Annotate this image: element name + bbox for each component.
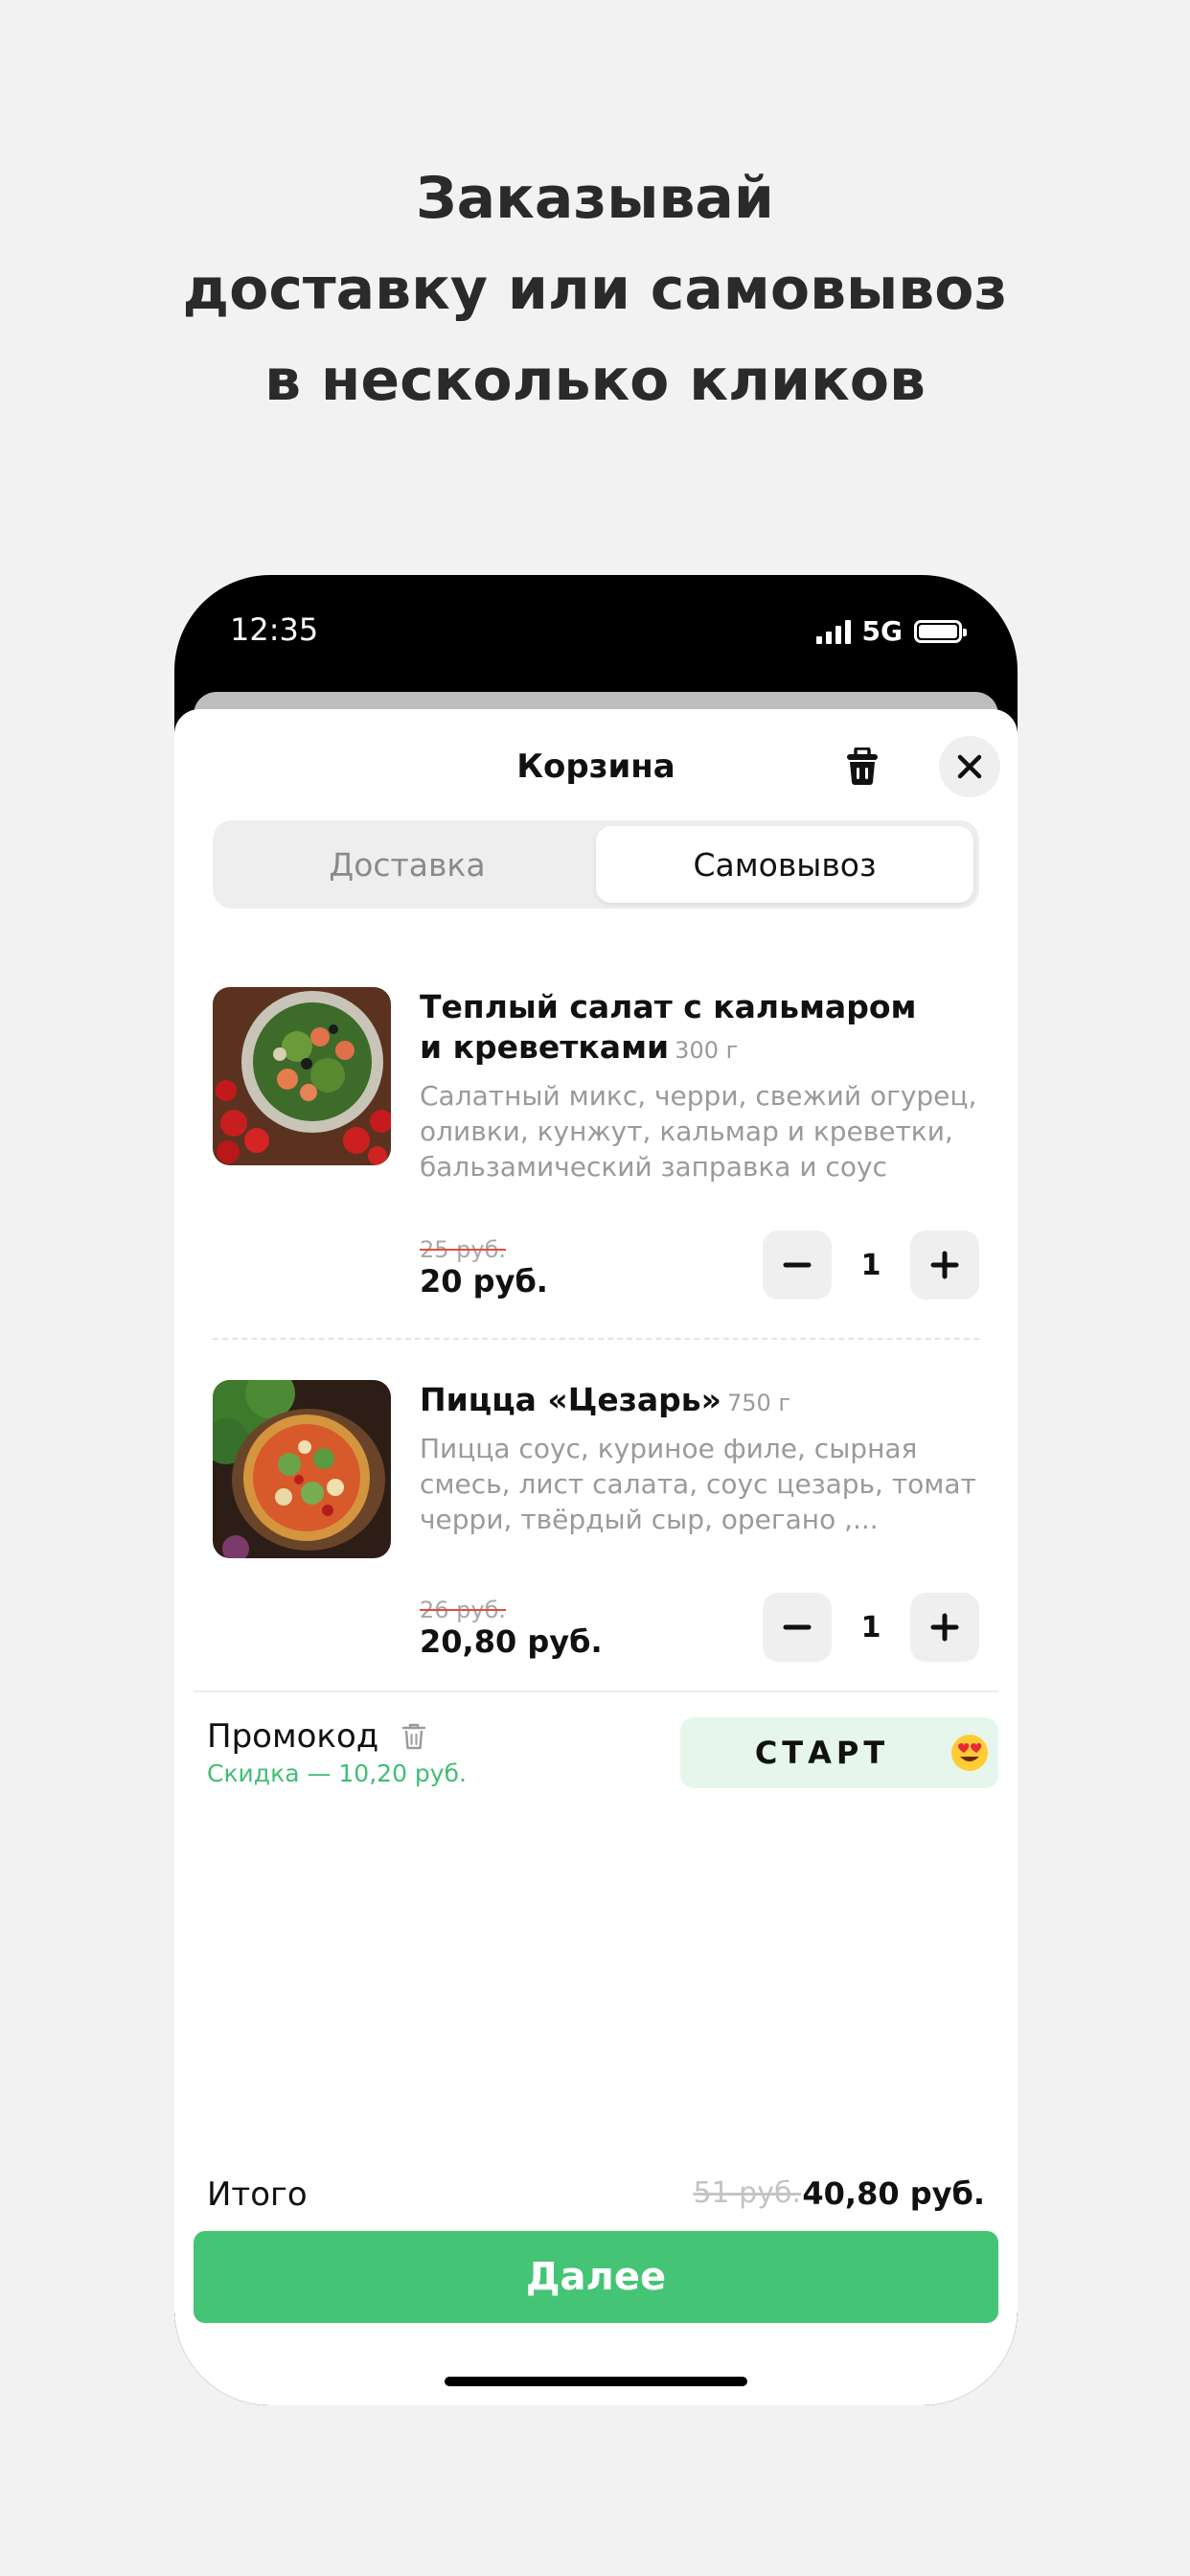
quantity-value: 1 <box>860 1248 881 1282</box>
promo-label: Промокод <box>207 1717 426 1756</box>
close-icon <box>957 754 982 779</box>
total-price: 40,80 руб. <box>802 2175 985 2212</box>
pizza-image <box>213 1380 391 1558</box>
item-old-price: 25 руб. <box>420 1236 507 1263</box>
headline-line-3: в несколько кликов <box>264 347 926 414</box>
item-name-line-1: Теплый салат с кальмаром <box>420 988 917 1025</box>
delivery-tabs: Доставка Самовывоз <box>213 820 979 908</box>
promo-divider <box>194 1690 998 1692</box>
decrease-quantity-button[interactable] <box>763 1230 832 1300</box>
tab-pickup[interactable]: Самовывоз <box>596 826 973 903</box>
next-button[interactable]: Далее <box>194 2231 998 2323</box>
status-time: 12:35 <box>230 611 319 648</box>
item-name-line-1: Пицца «Цезарь» <box>420 1381 721 1418</box>
salad-image <box>213 987 391 1165</box>
promo-code-field[interactable]: СТАРТ <box>680 1717 998 1788</box>
item-description: Пицца соус, куриное филе, сырная смесь, … <box>420 1433 976 1535</box>
phone-frame: 12:35 5G Корзина Доставка Самовывоз Тепл… <box>174 575 1018 2405</box>
quantity-value: 1 <box>860 1610 881 1644</box>
battery-icon <box>914 619 967 643</box>
total-old-price: 51 руб. <box>693 2176 801 2210</box>
item-divider <box>213 1338 979 1340</box>
tab-delivery[interactable]: Доставка <box>218 826 596 903</box>
cart-item: Теплый салат с кальмаром и креветками 300… <box>213 987 979 1313</box>
item-old-price: 26 руб. <box>420 1597 507 1623</box>
item-description: Салатный микс, черри, свежий огурец, оли… <box>420 1080 977 1183</box>
cart-title: Корзина <box>516 748 675 786</box>
home-indicator <box>445 2377 747 2386</box>
status-bar: 12:35 5G <box>174 575 1018 690</box>
network-label: 5G <box>861 615 903 647</box>
quantity-stepper: 1 <box>763 1230 979 1300</box>
headline: Заказывай доставку или самовывоз в неско… <box>0 153 1190 426</box>
item-price: 20,80 руб. <box>420 1623 603 1660</box>
item-price: 20 руб. <box>420 1263 548 1300</box>
plus-icon <box>930 1251 959 1279</box>
item-weight: 300 г <box>675 1037 739 1064</box>
minus-icon <box>783 1262 812 1268</box>
trash-icon <box>847 748 878 785</box>
promo-label-text: Промокод <box>207 1717 379 1756</box>
decrease-quantity-button[interactable] <box>763 1593 832 1662</box>
cart-sheet: Корзина Доставка Самовывоз Теплый салат … <box>174 709 1018 2405</box>
item-body: Пицца «Цезарь» 750 г Пицца соус, куриное … <box>420 1380 979 1537</box>
signal-icon <box>815 619 851 644</box>
item-name: Теплый салат с кальмаром и креветками 300… <box>420 987 979 1070</box>
status-icons: 5G <box>815 615 967 647</box>
minus-icon <box>783 1624 812 1630</box>
promo-discount: Скидка — 10,20 руб. <box>207 1760 467 1787</box>
total-label: Итого <box>207 2175 308 2214</box>
plus-icon <box>930 1613 959 1642</box>
headline-line-2: доставку или самовывоз <box>182 256 1008 323</box>
headline-line-1: Заказывай <box>416 165 774 232</box>
heart-eyes-emoji-icon <box>951 1735 988 1771</box>
clear-cart-button[interactable] <box>835 740 889 794</box>
increase-quantity-button[interactable] <box>910 1593 979 1662</box>
cart-item: Пицца «Цезарь» 750 г Пицца соус, куриное … <box>213 1380 979 1668</box>
quantity-stepper: 1 <box>763 1593 979 1662</box>
remove-promo-icon[interactable] <box>401 1722 426 1751</box>
increase-quantity-button[interactable] <box>910 1230 979 1300</box>
item-name-line-2: и креветками <box>420 1028 670 1066</box>
close-button[interactable] <box>939 736 1000 797</box>
item-weight: 750 г <box>726 1390 791 1416</box>
promo-code-text: СТАРТ <box>754 1735 890 1771</box>
item-name: Пицца «Цезарь» 750 г <box>420 1380 979 1423</box>
item-body: Теплый салат с кальмаром и креветками 300… <box>420 987 979 1184</box>
cart-header: Корзина <box>174 709 1018 815</box>
